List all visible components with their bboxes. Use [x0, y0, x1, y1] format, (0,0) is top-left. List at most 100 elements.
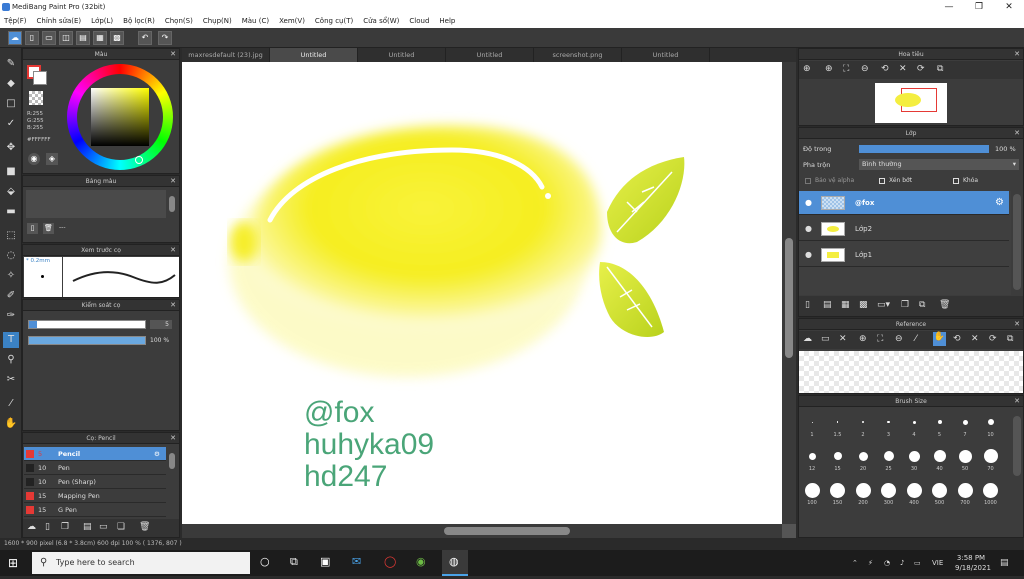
brush-size-dot[interactable] [862, 421, 864, 423]
tab-untitled-active[interactable]: Untitled [270, 48, 358, 62]
brush-size-dot[interactable] [932, 482, 947, 498]
close-icon[interactable]: ✕ [839, 334, 847, 344]
palette-area[interactable] [26, 190, 166, 218]
brush-size-dot[interactable] [983, 482, 998, 498]
task-view-icon[interactable]: ⧉ [290, 555, 298, 569]
brush-size-dot[interactable] [957, 482, 973, 498]
reference-canvas[interactable] [799, 351, 1023, 393]
saturation-square[interactable] [91, 88, 149, 146]
folder-icon[interactable]: ▭▾ [877, 300, 890, 310]
menu-help[interactable]: Help [439, 14, 455, 28]
brush-tool-icon[interactable]: ✎ [3, 56, 19, 72]
volume-icon[interactable]: ♪ [900, 550, 904, 576]
transparent-color-swatch[interactable] [29, 91, 43, 105]
hue-ring[interactable] [67, 64, 173, 170]
brush-size-dot[interactable] [836, 421, 839, 423]
brush-item[interactable]: 5 Pencil ⚙ [24, 447, 166, 461]
brush-size-scrollbar[interactable] [1013, 416, 1021, 476]
protect-alpha-checkbox[interactable] [805, 178, 811, 184]
flip-icon[interactable]: ✕ [971, 334, 979, 344]
cortana-icon[interactable]: ○ [260, 555, 270, 568]
panel-icon[interactable]: ▤ [76, 31, 90, 45]
copy-layer-icon[interactable]: ❐ [901, 300, 909, 310]
brush-size-dot[interactable] [887, 420, 890, 424]
brush-size-dot[interactable] [906, 482, 922, 498]
zoom-in-icon[interactable]: ⊕ [859, 334, 867, 344]
fit-icon[interactable]: ⛶ [843, 64, 849, 74]
menu-select[interactable]: Chọn(S) [165, 14, 193, 28]
brush-item[interactable]: 10 Pen [24, 461, 166, 475]
network-icon[interactable]: ⚡ [868, 550, 873, 576]
green-app-icon[interactable]: ◉ [416, 555, 426, 568]
rect-select-icon[interactable]: ⬚ [3, 228, 19, 244]
close-icon[interactable]: ✕ [1014, 396, 1020, 407]
brush-opacity-slider[interactable] [28, 336, 146, 345]
visibility-icon[interactable]: ● [805, 243, 812, 267]
close-icon[interactable]: ✕ [170, 433, 176, 444]
color-wheel-mode-icon[interactable]: ◉ [28, 153, 40, 165]
visibility-icon[interactable]: ● [805, 191, 812, 215]
minimize-button[interactable]: — [934, 0, 964, 14]
brush-size-dot[interactable] [937, 420, 942, 424]
text-tool-icon[interactable]: T [3, 332, 19, 348]
brush-size-dot[interactable] [958, 449, 972, 463]
lasso-icon[interactable]: ◌ [3, 248, 19, 264]
vertical-scroll-thumb[interactable] [785, 238, 793, 358]
list-icon[interactable]: ▦ [93, 31, 107, 45]
operation-tool-icon[interactable]: ⚲ [3, 352, 19, 368]
input-language[interactable]: VIE [932, 550, 943, 576]
zoom-in-icon[interactable]: ⊕ [825, 64, 833, 74]
brush-size-dot[interactable] [883, 451, 894, 461]
zoom-out-icon[interactable]: ⊖ [861, 64, 869, 74]
layer-row[interactable]: ● @fox ⚙ [799, 191, 1009, 215]
speech-icon[interactable]: ◫ [59, 31, 73, 45]
brush-size-dot[interactable] [987, 419, 994, 425]
menu-tools[interactable]: Công cụ(T) [315, 14, 353, 28]
merge-layer-icon[interactable]: ⧉ [919, 300, 925, 310]
brush-size-dot[interactable] [908, 450, 920, 462]
clipping-checkbox[interactable] [879, 178, 885, 184]
gear-icon[interactable]: ⚙ [154, 447, 160, 461]
divide-tool-icon[interactable]: ✂ [3, 372, 19, 388]
brush-size-dot[interactable] [983, 449, 998, 463]
brush-size-dot[interactable] [912, 420, 916, 424]
brush-size-dot[interactable] [811, 421, 813, 423]
new-halftone-layer-icon[interactable]: ▤ [823, 300, 832, 310]
new-brush-icon[interactable]: ▯ [45, 522, 50, 532]
background-color-swatch[interactable] [33, 71, 47, 85]
gear-icon[interactable]: ⚙ [995, 191, 1004, 215]
hue-cursor[interactable] [135, 156, 143, 164]
menu-color[interactable]: Màu (C) [242, 14, 269, 28]
select-pen-icon[interactable]: ✐ [3, 288, 19, 304]
close-icon[interactable]: ✕ [170, 176, 176, 187]
cloud-brush-icon[interactable]: ☁ [27, 522, 36, 532]
copy-brush-icon[interactable]: ❐ [61, 522, 69, 532]
zoom-out-icon[interactable]: ⊖ [895, 334, 903, 344]
close-icon[interactable]: ✕ [170, 49, 176, 60]
eraser-tool-icon[interactable]: ◆ [3, 76, 19, 92]
opera-icon[interactable]: ◯ [384, 555, 396, 568]
layer-scrollbar[interactable] [1013, 194, 1021, 290]
brush-size-dot[interactable] [833, 452, 842, 460]
brush-size-value[interactable]: 5 [150, 320, 172, 329]
add-palette-icon[interactable]: ▯ [27, 223, 38, 234]
wifi-icon[interactable]: ◔ [884, 550, 890, 576]
color-picker-mode-icon[interactable]: ◈ [46, 153, 58, 165]
brush-item[interactable]: 10 Pen (Sharp) [24, 475, 166, 489]
gradient-tool-icon[interactable]: ▬ [3, 204, 19, 220]
menu-file[interactable]: Tệp(F) [4, 14, 27, 28]
bucket-tool-icon[interactable]: ⬙ [3, 184, 19, 200]
open-folder-icon[interactable]: ▭ [821, 334, 830, 344]
horizontal-scroll-thumb[interactable] [444, 527, 570, 535]
new-1bit-layer-icon[interactable]: ▩ [859, 300, 868, 310]
horizontal-scrollbar[interactable] [182, 524, 782, 538]
brush-size-dot[interactable] [830, 482, 845, 498]
brush-list-scrollbar[interactable] [169, 453, 175, 469]
mail-icon[interactable]: ✉ [352, 555, 361, 568]
mirror-icon[interactable]: ⧉ [1007, 334, 1013, 344]
undo-icon[interactable]: ↶ [138, 31, 152, 45]
flip-icon[interactable]: ✕ [899, 64, 907, 74]
eyedropper-icon[interactable]: ⁄ [915, 334, 917, 344]
blend-mode-select[interactable]: Bình thường ▾ [859, 159, 1019, 170]
palette-scrollbar[interactable] [169, 196, 175, 212]
